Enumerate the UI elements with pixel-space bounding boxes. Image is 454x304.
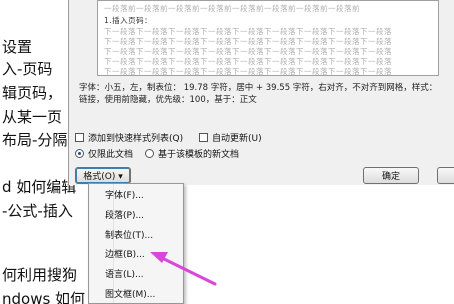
doc-line: 辑页码，: [2, 84, 63, 102]
cancel-button[interactable]: [437, 167, 454, 184]
menu-item-font[interactable]: 字体(F)...: [105, 188, 144, 201]
auto-update-option[interactable]: 自动更新(U): [199, 131, 262, 144]
menu-item-frame[interactable]: 图文框(M)...: [105, 287, 155, 300]
style-description: 字体：小五，左，制表位： 19.78 字符，居中 + 39.55 字符，右对齐，…: [79, 82, 449, 106]
add-to-quick-styles-label: 添加到快速样式列表(Q): [88, 134, 184, 144]
auto-update-label: 自动更新(U): [212, 134, 262, 144]
ok-button[interactable]: 确定: [363, 167, 419, 184]
doc-line: 设置: [2, 38, 33, 56]
doc-line: 入-页码: [2, 60, 53, 78]
only-this-document-label: 仅限此文档: [88, 150, 134, 160]
doc-line: ndows 如何: [2, 290, 86, 304]
doc-line: 何利用搜狗: [2, 266, 78, 284]
only-this-document-radio[interactable]: [75, 149, 84, 158]
only-this-document-option[interactable]: 仅限此文档: [75, 147, 133, 160]
new-documents-option[interactable]: 基于该模板的新文档: [145, 147, 239, 160]
preview-previous-paragraph: 一段落前一段落前一段落前一段落前一段落前一段落前一段落前一段落前: [104, 4, 360, 13]
menu-item-tabs[interactable]: 制表位(T)...: [105, 228, 153, 241]
style-description-line: 链接，使用前隐藏，优先级：100，基于：正文: [79, 95, 257, 105]
modify-style-dialog: 一段落前一段落前一段落前一段落前一段落前一段落前一段落前一段落前 1.插入页码：…: [68, 0, 454, 185]
style-preview-pane: 一段落前一段落前一段落前一段落前一段落前一段落前一段落前一段落前 1.插入页码：…: [97, 0, 439, 76]
new-documents-radio[interactable]: [145, 149, 154, 158]
style-description-line: 字体：小五，左，制表位： 19.78 字符，居中 + 39.55 字符，右对齐，…: [79, 83, 438, 93]
preview-following-paragraph: 下一段落下一段落下一段落下一段落下一段落下一段落下一段落下一段落下一段落: [104, 67, 392, 76]
menu-item-paragraph[interactable]: 段落(P)...: [105, 208, 144, 221]
new-documents-label: 基于该模板的新文档: [158, 150, 240, 160]
add-to-quick-styles-option[interactable]: 添加到快速样式列表(Q): [75, 131, 183, 144]
format-button[interactable]: 格式(O) ▾: [75, 167, 131, 184]
preview-sample-text: 1.插入页码：: [104, 16, 153, 25]
menu-item-border[interactable]: 边框(B)...: [105, 247, 145, 260]
add-to-quick-styles-checkbox[interactable]: [75, 133, 84, 142]
doc-line: d 如何编辑: [2, 178, 77, 196]
menu-item-language[interactable]: 语言(L)...: [105, 267, 144, 280]
doc-line: 从某一页: [2, 108, 63, 126]
format-menu: 字体(F)... 段落(P)... 制表位(T)... 边框(B)... 语言(…: [88, 183, 184, 304]
auto-update-checkbox[interactable]: [199, 133, 208, 142]
doc-line: 布局-分隔: [2, 131, 68, 149]
doc-line: -公式-插入: [2, 202, 73, 220]
